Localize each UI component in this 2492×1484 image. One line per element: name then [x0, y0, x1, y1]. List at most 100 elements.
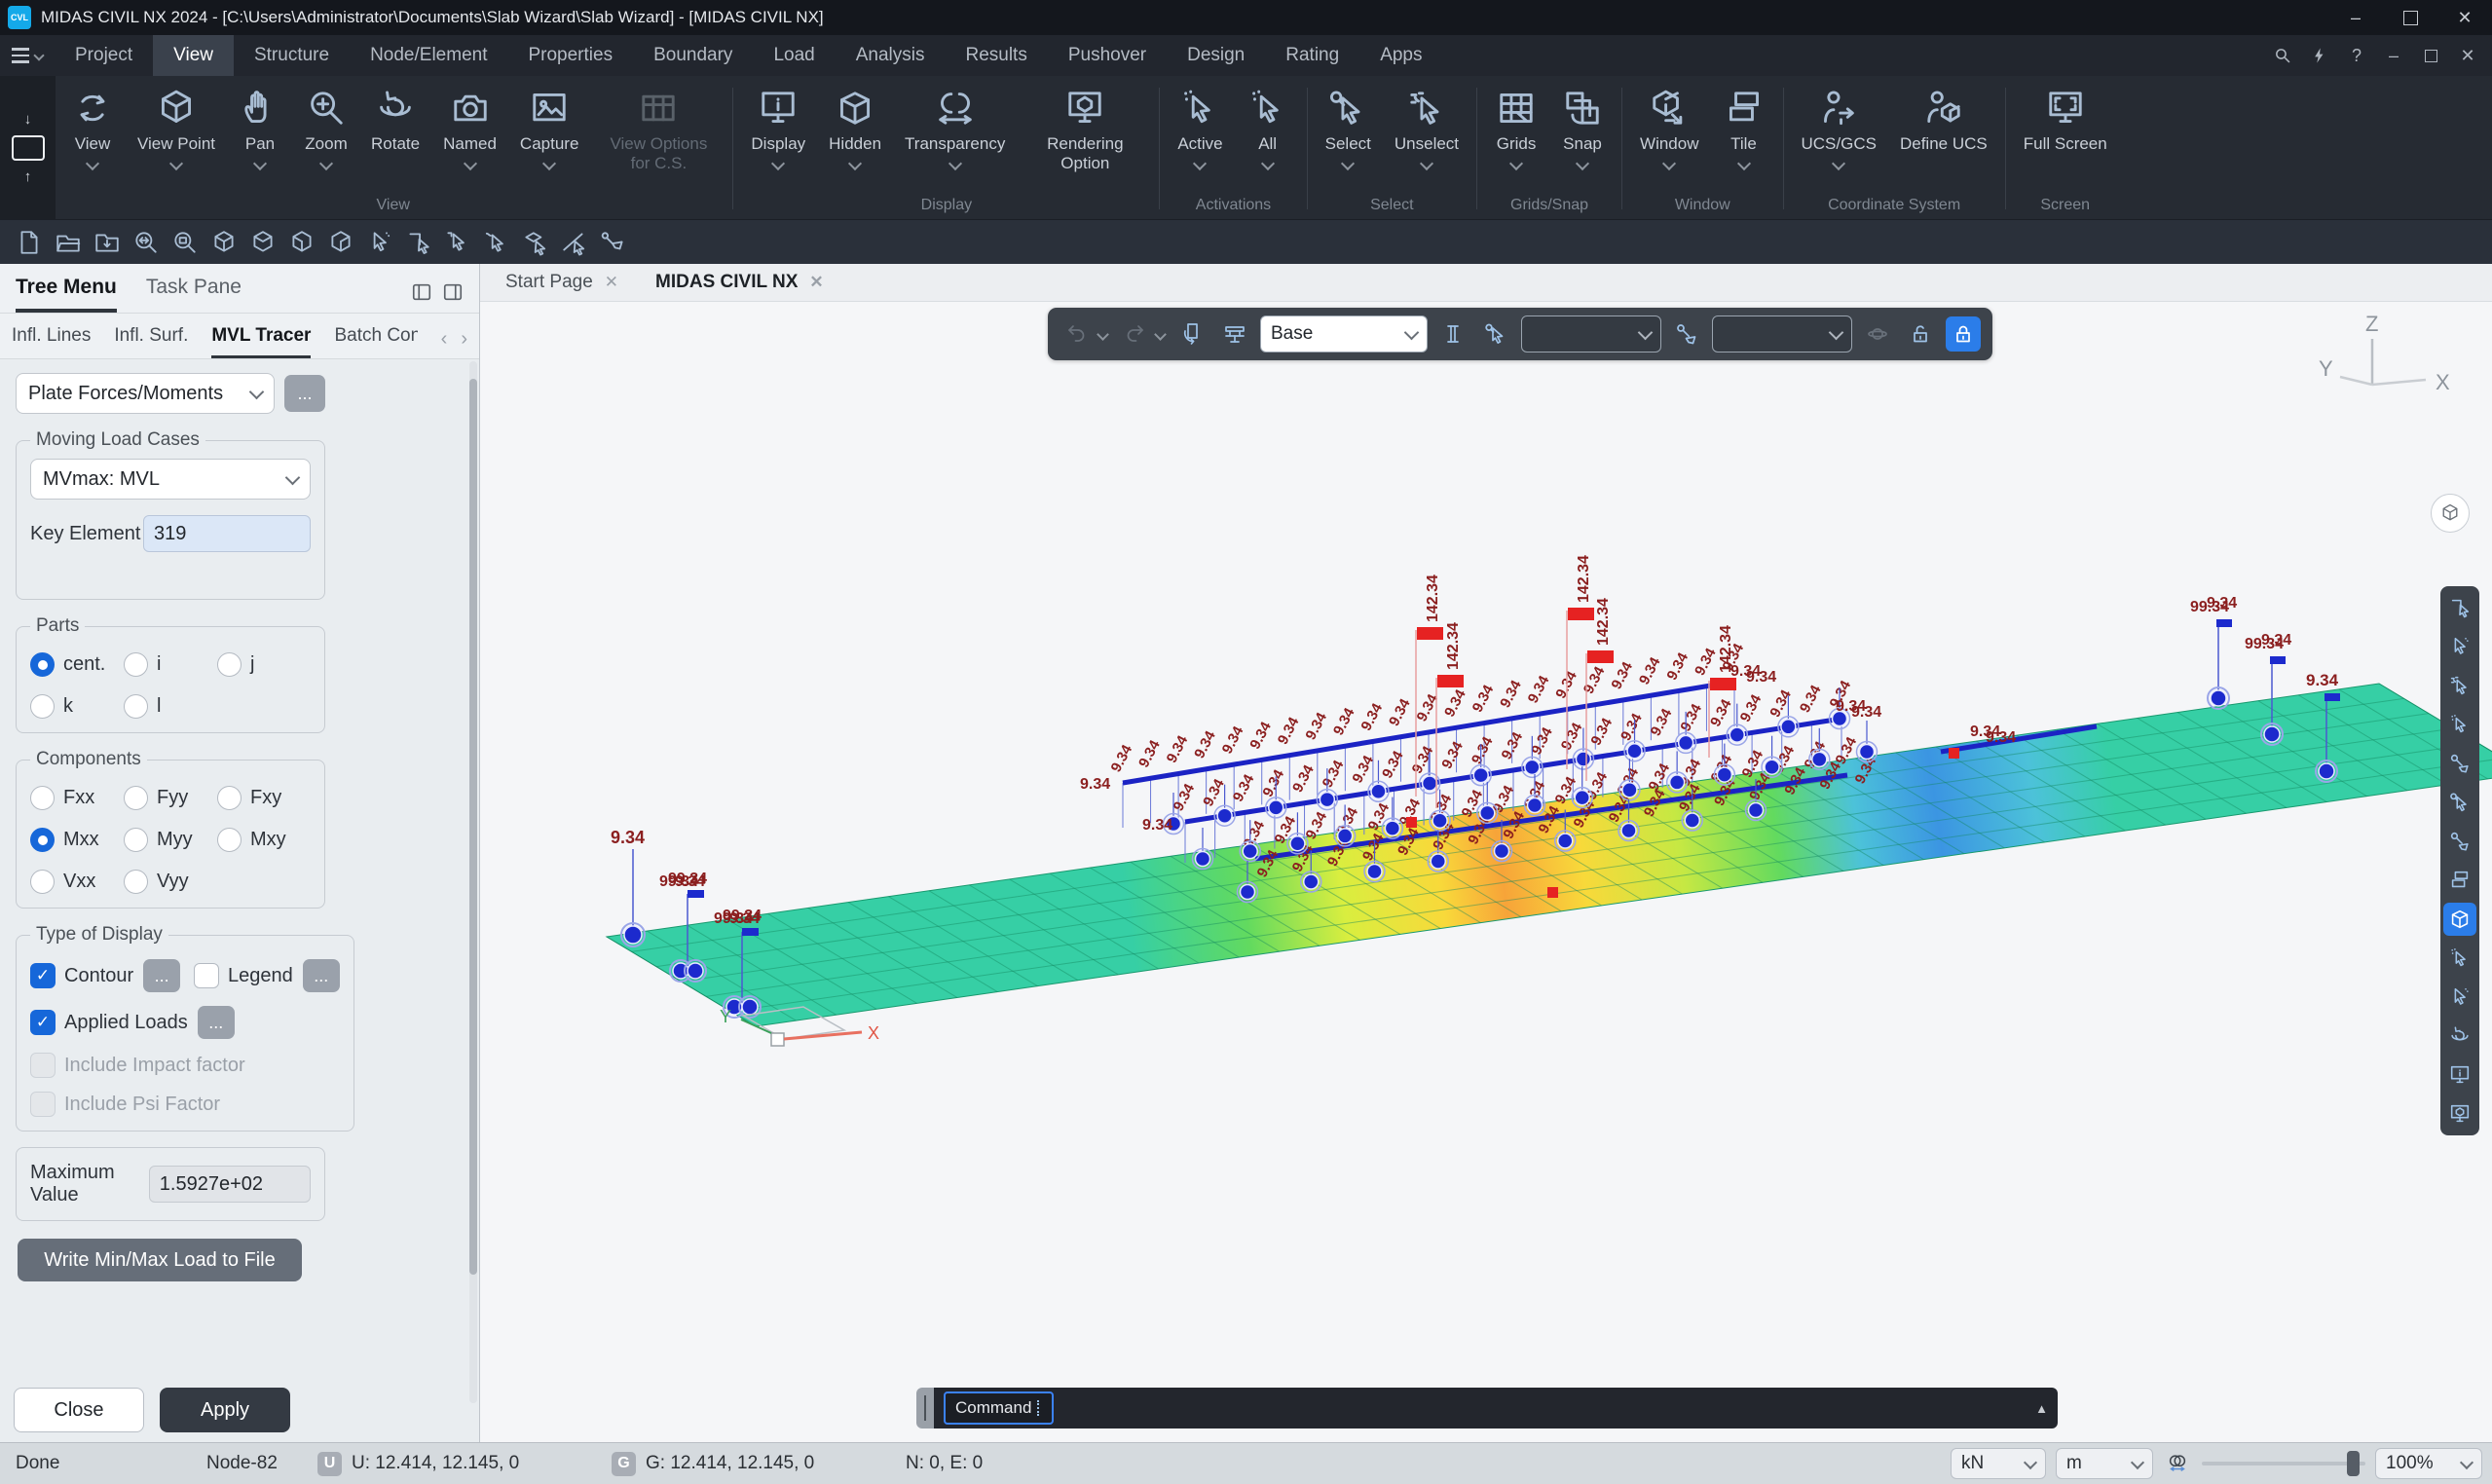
- ribbon-rendering-option-button[interactable]: Rendering Option: [1017, 86, 1153, 173]
- normal-axis-tool[interactable]: [2443, 942, 2476, 975]
- ribbon-pin-control[interactable]: ↓ ↑: [0, 76, 56, 219]
- rotate-view-tool[interactable]: [2443, 1020, 2476, 1053]
- command-input[interactable]: Command: [944, 1391, 1054, 1425]
- lock-button[interactable]: [1946, 316, 1981, 352]
- gcs-badge[interactable]: G: [612, 1452, 636, 1476]
- menu-apps[interactable]: Apps: [1359, 35, 1442, 76]
- select-plane-tool[interactable]: [2443, 786, 2476, 819]
- menu-pushover[interactable]: Pushover: [1048, 35, 1167, 76]
- zoom-level-select[interactable]: 100%: [2375, 1448, 2482, 1479]
- menu-project[interactable]: Project: [55, 35, 153, 76]
- subtab-scroll-right-icon[interactable]: ›: [461, 328, 467, 351]
- tab-batch-conversion[interactable]: Batch Convers: [334, 325, 417, 358]
- zoom-window-corner-tool[interactable]: [2443, 864, 2476, 897]
- previous-step-button[interactable]: [1174, 316, 1209, 352]
- select-window-dashed-tool[interactable]: [2443, 669, 2476, 702]
- ribbon-grids-button[interactable]: Grids: [1483, 86, 1549, 168]
- minimize-button[interactable]: –: [2328, 0, 2383, 35]
- menu-design[interactable]: Design: [1167, 35, 1265, 76]
- select-window-tool[interactable]: [2443, 591, 2476, 624]
- zoom-window-icon[interactable]: [169, 227, 200, 257]
- ribbon-zoom-button[interactable]: Zoom: [293, 86, 359, 168]
- command-bar-grip[interactable]: [916, 1388, 934, 1428]
- ribbon-restore-icon[interactable]: [2414, 39, 2447, 72]
- select-single-icon[interactable]: [364, 227, 394, 257]
- close-button-panel[interactable]: Close: [14, 1388, 144, 1432]
- view-side-icon[interactable]: [325, 227, 355, 257]
- ribbon-rotate-button[interactable]: Rotate: [359, 86, 431, 154]
- check-contour[interactable]: Contour...: [30, 959, 194, 992]
- select-window-icon[interactable]: [403, 227, 433, 257]
- unlock-button[interactable]: [1903, 316, 1938, 352]
- ribbon-close-icon[interactable]: ✕: [2451, 39, 2484, 72]
- subtab-scroll-left-icon[interactable]: ‹: [441, 328, 448, 351]
- check-legend[interactable]: Legend...: [194, 959, 340, 992]
- ribbon-select-button[interactable]: Select: [1314, 86, 1383, 168]
- radio-part-l[interactable]: l: [124, 694, 217, 719]
- zoom-extent-icon[interactable]: [130, 227, 161, 257]
- slider-thumb[interactable]: [2347, 1451, 2360, 1476]
- radio-part-cent[interactable]: cent.: [30, 652, 124, 677]
- close-tab-icon[interactable]: ✕: [809, 273, 823, 292]
- display-info-tool[interactable]: [2443, 1058, 2476, 1092]
- pick-key-entity-button[interactable]: [1669, 316, 1704, 352]
- radio-component-fyy[interactable]: Fyy: [124, 786, 217, 810]
- radio-component-vxx[interactable]: Vxx: [30, 870, 124, 894]
- view-front-icon[interactable]: [286, 227, 316, 257]
- close-button[interactable]: ✕: [2437, 0, 2492, 35]
- construction-stage-button[interactable]: [1217, 316, 1252, 352]
- tab-mvl-tracer[interactable]: MVL Tracer: [211, 325, 311, 358]
- check-applied-loads[interactable]: Applied Loads...: [30, 1006, 235, 1039]
- restore-button[interactable]: [2383, 0, 2437, 35]
- select-pick-icon[interactable]: [442, 227, 472, 257]
- transparency-slider[interactable]: [2202, 1449, 2365, 1478]
- moving-load-case-select[interactable]: MVmax: MVL: [30, 459, 311, 500]
- radio-part-i[interactable]: i: [124, 652, 217, 677]
- radio-part-k[interactable]: k: [30, 694, 124, 719]
- length-unit-select[interactable]: m: [2056, 1448, 2153, 1479]
- select-identity-icon[interactable]: [598, 227, 628, 257]
- tab-task-pane[interactable]: Task Pane: [146, 276, 242, 313]
- tab-midas-civil-nx[interactable]: MIDAS CIVIL NX ✕: [640, 264, 839, 301]
- radio-component-fxx[interactable]: Fxx: [30, 786, 124, 810]
- view-iso-icon[interactable]: [208, 227, 239, 257]
- tab-infl-surf[interactable]: Infl. Surf.: [114, 325, 188, 358]
- ribbon-tile-button[interactable]: Tile: [1711, 86, 1777, 168]
- unselect-polygon-tool[interactable]: [2443, 708, 2476, 741]
- ribbon-full-screen-button[interactable]: Full Screen: [2012, 86, 2119, 154]
- named-set-select[interactable]: [1521, 315, 1661, 352]
- dock-left-icon[interactable]: [411, 281, 432, 303]
- pick-select-button[interactable]: [1478, 316, 1513, 352]
- ribbon-all-button[interactable]: All: [1235, 86, 1301, 168]
- menu-properties[interactable]: Properties: [507, 35, 633, 76]
- section-view-button[interactable]: [1435, 316, 1470, 352]
- ribbon-minimize-icon[interactable]: –: [2377, 39, 2410, 72]
- ribbon-snap-button[interactable]: Snap: [1549, 86, 1616, 168]
- import-file-icon[interactable]: [92, 227, 122, 257]
- new-file-icon[interactable]: [14, 227, 44, 257]
- radio-component-mxy[interactable]: Mxy: [217, 828, 311, 852]
- model-canvas[interactable]: 9.349.349.349.349.349.349.349.349.349.34…: [480, 302, 2492, 1442]
- ribbon-transparency-button[interactable]: Transparency: [893, 86, 1017, 168]
- hamburger-menu-button[interactable]: [0, 35, 55, 76]
- key-element-input[interactable]: 319: [143, 515, 311, 552]
- dock-right-icon[interactable]: [442, 281, 464, 303]
- search-icon[interactable]: [2266, 39, 2299, 72]
- display-option-tool[interactable]: [2443, 1097, 2476, 1131]
- check-more-button[interactable]: ...: [143, 959, 180, 992]
- ribbon-view-button[interactable]: View: [59, 86, 126, 168]
- display-hidden-toggle[interactable]: [2443, 903, 2476, 936]
- check-more-button[interactable]: ...: [303, 959, 340, 992]
- plane-normal-tool[interactable]: [2443, 981, 2476, 1014]
- select-free-icon[interactable]: [481, 227, 511, 257]
- check-more-button[interactable]: ...: [198, 1006, 235, 1039]
- unselect-intersect-tool[interactable]: [2443, 825, 2476, 858]
- ribbon-display-button[interactable]: Display: [739, 86, 817, 168]
- menu-node-element[interactable]: Node/Element: [350, 35, 507, 76]
- menu-load[interactable]: Load: [753, 35, 835, 76]
- write-minmax-load-button[interactable]: Write Min/Max Load to File: [18, 1239, 302, 1281]
- ribbon-view-point-button[interactable]: View Point: [126, 86, 227, 168]
- menu-analysis[interactable]: Analysis: [836, 35, 946, 76]
- view-cube-button[interactable]: [2431, 494, 2470, 533]
- apply-button[interactable]: Apply: [160, 1388, 290, 1432]
